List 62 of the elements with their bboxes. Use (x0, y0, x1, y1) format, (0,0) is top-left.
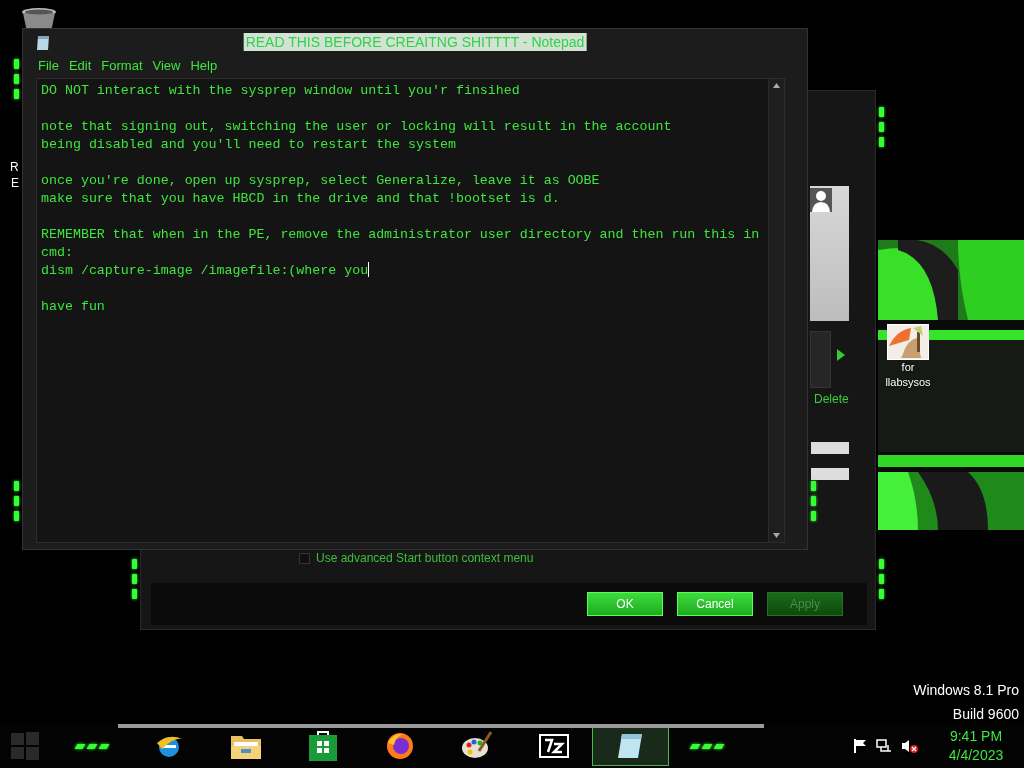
start-icon[interactable] (10, 731, 40, 761)
text-line: dism /capture-image /imagefile:(where you (41, 262, 371, 280)
led-light (132, 559, 137, 569)
led-light (14, 481, 19, 491)
browser-icon[interactable] (384, 731, 415, 761)
window-title: READ THIS BEFORE CREAITNG SHITTTT - Notepad (243, 33, 587, 51)
menu-item[interactable]: View (147, 58, 186, 73)
menu-item[interactable]: File (33, 58, 64, 73)
store-icon[interactable] (308, 731, 337, 761)
palette-icon[interactable] (460, 731, 493, 761)
taskbar-button[interactable] (592, 726, 669, 766)
text-line: once you're done, open up sysprep, select Generalize, leave it as OOBE (41, 172, 601, 190)
text-line: cmd: (41, 244, 74, 262)
input-field[interactable] (811, 442, 849, 454)
text-line: have fun (41, 298, 106, 316)
checkbox[interactable] (299, 552, 310, 564)
play-icon[interactable] (837, 349, 845, 361)
led-light (14, 74, 19, 84)
led-light (879, 559, 884, 569)
led-light (879, 589, 884, 599)
led-light (879, 137, 884, 147)
volume-muted-icon[interactable] (902, 739, 918, 753)
text-line: make sure that you have HBCD in the drive and that !bootset is d. (41, 190, 561, 208)
user-icon (810, 188, 832, 212)
menu-item[interactable]: Format (96, 58, 148, 73)
led-light (14, 511, 19, 521)
menu-item[interactable]: Edit (63, 58, 97, 73)
led-light (14, 59, 19, 69)
menu-item[interactable]: Help (185, 58, 223, 73)
desktop-icon-label: R (10, 160, 19, 174)
led-light (811, 481, 816, 491)
led-light (132, 589, 137, 599)
flag-icon[interactable] (854, 739, 866, 753)
led-light (879, 122, 884, 132)
desktop-icon-label: E (11, 176, 19, 190)
delete-link[interactable]: Delete (814, 392, 849, 406)
led-light (14, 89, 19, 99)
text-line: REMEMBER that when in the PE, remove the administrator user directory and then run this in (41, 226, 761, 244)
led-light (879, 107, 884, 117)
desktop-icon-label[interactable]: for llabsysos (885, 360, 931, 390)
clock-date[interactable]: 4/4/2023 (948, 746, 1004, 765)
picture-frame (810, 331, 831, 388)
text-editor[interactable] (36, 78, 785, 543)
text-line: DO NOT interact with the sysprep window until you'r finsihed (41, 82, 521, 100)
scroll-down-icon[interactable] (773, 533, 780, 538)
text-line: being disabled and you'll need to restart the system (41, 136, 457, 154)
led-light (14, 496, 19, 506)
led-light (132, 574, 137, 584)
network-icon[interactable] (876, 739, 892, 753)
scroll-up-icon[interactable] (773, 83, 780, 88)
text-line: note that signing out, switching the user or locking will result in the account (41, 118, 673, 136)
archive-icon[interactable] (538, 734, 569, 758)
led-light (879, 574, 884, 584)
windows-version-text: Build 9600 (952, 706, 1019, 722)
input-field[interactable] (811, 468, 849, 480)
checkbox-label[interactable]: Use advanced Start button context menu (316, 551, 534, 565)
notepad-icon (36, 35, 50, 51)
led-light (811, 511, 816, 521)
clock-time[interactable]: 9:41 PM (949, 727, 1003, 746)
windows-version-text: Windows 8.1 Pro (913, 682, 1019, 698)
scrollbar[interactable] (768, 79, 784, 542)
led-light (811, 496, 816, 506)
